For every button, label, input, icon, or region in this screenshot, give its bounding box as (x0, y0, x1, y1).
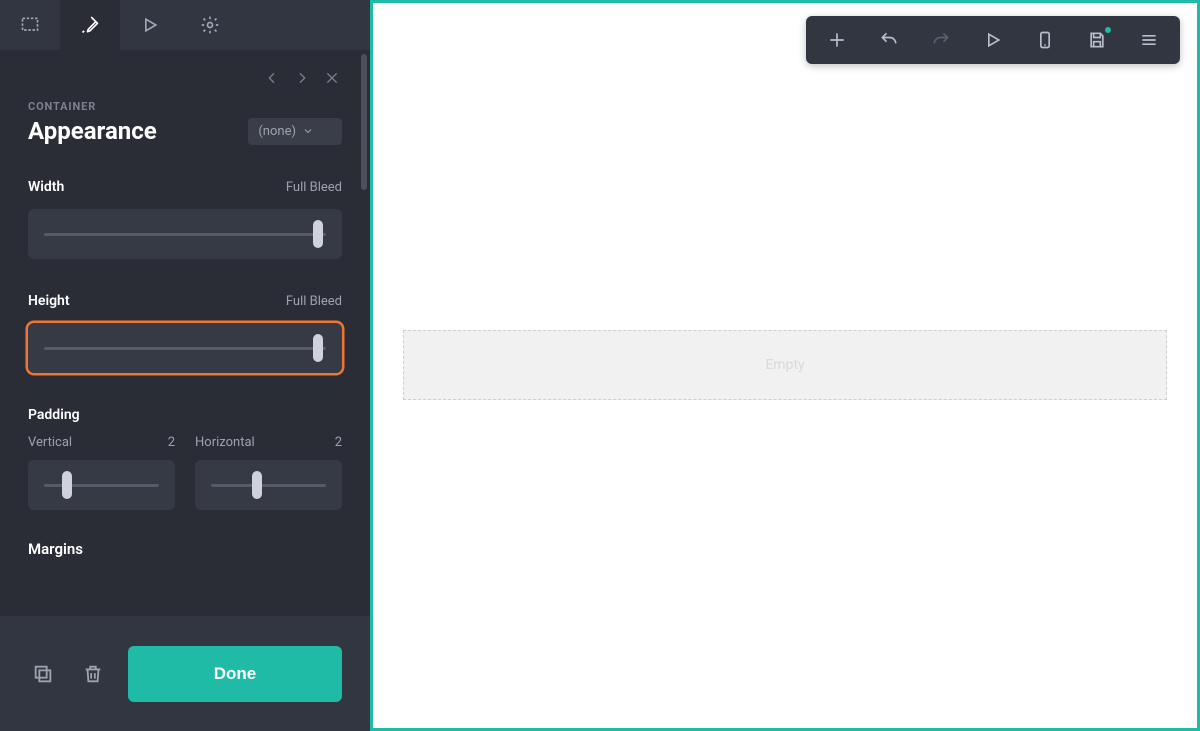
width-slider-thumb[interactable] (313, 220, 323, 248)
delete-button[interactable] (78, 659, 108, 689)
device-icon (1035, 30, 1055, 50)
canvas-frame: Empty (370, 0, 1200, 731)
padding-horizontal-label: Horizontal (195, 435, 255, 450)
preset-select-label: (none) (258, 124, 296, 139)
brush-icon (80, 15, 100, 35)
prop-padding: Padding Vertical 2 Ho (28, 407, 342, 510)
plus-icon (827, 30, 847, 50)
chevron-right-icon (294, 70, 310, 86)
empty-container-slot[interactable]: Empty (403, 330, 1167, 400)
padding-horizontal-value: 2 (335, 435, 342, 450)
trash-icon (82, 663, 104, 685)
panel-forward-button[interactable] (292, 68, 312, 88)
panel-close-button[interactable] (322, 68, 342, 88)
padding-label: Padding (28, 407, 342, 423)
width-slider[interactable] (28, 209, 342, 259)
width-label: Width (28, 179, 64, 195)
floating-toolbar (806, 16, 1180, 64)
height-slider-thumb[interactable] (313, 334, 323, 362)
sidebar-tab-strip (0, 0, 370, 50)
padding-vertical-thumb[interactable] (62, 471, 72, 499)
preset-select[interactable]: (none) (248, 118, 342, 145)
padding-vertical-value: 2 (168, 435, 175, 450)
prop-height: Height Full Bleed (28, 293, 342, 373)
padding-horizontal-slider[interactable] (195, 460, 342, 510)
toolbar-undo-button[interactable] (864, 16, 914, 64)
panel-back-button[interactable] (262, 68, 282, 88)
undo-icon (879, 30, 899, 50)
padding-horizontal: Horizontal 2 (195, 435, 342, 510)
gear-icon (200, 15, 220, 35)
height-label: Height (28, 293, 70, 309)
inspector-footer: Done (0, 616, 370, 731)
panel-nav (28, 68, 342, 88)
tab-settings[interactable] (180, 0, 240, 50)
toolbar-play-button[interactable] (968, 16, 1018, 64)
padding-horizontal-thumb[interactable] (252, 471, 262, 499)
play-icon (983, 30, 1003, 50)
width-value: Full Bleed (286, 180, 342, 195)
inspector-body: CONTAINER Appearance (none) Width Full B… (0, 50, 370, 616)
height-slider[interactable] (28, 323, 342, 373)
width-slider-track (44, 233, 326, 236)
padding-vertical: Vertical 2 (28, 435, 175, 510)
selection-icon (20, 15, 40, 35)
play-icon (140, 15, 160, 35)
duplicate-icon (32, 663, 54, 685)
unsaved-indicator (1105, 27, 1111, 33)
prop-width: Width Full Bleed (28, 179, 342, 259)
margins-label: Margins (28, 540, 342, 558)
inspector-sidebar: CONTAINER Appearance (none) Width Full B… (0, 0, 370, 731)
toolbar-add-button[interactable] (812, 16, 862, 64)
panel-eyebrow: CONTAINER (28, 100, 342, 113)
close-icon (324, 70, 340, 86)
done-button[interactable]: Done (128, 646, 342, 702)
redo-icon (931, 30, 951, 50)
tab-actions[interactable] (120, 0, 180, 50)
duplicate-button[interactable] (28, 659, 58, 689)
hamburger-icon (1139, 30, 1159, 50)
save-icon (1087, 30, 1107, 50)
chevron-left-icon (264, 70, 280, 86)
toolbar-redo-button (916, 16, 966, 64)
toolbar-menu-button[interactable] (1124, 16, 1174, 64)
padding-vertical-label: Vertical (28, 435, 72, 450)
empty-slot-label: Empty (765, 357, 804, 373)
height-slider-track (44, 347, 326, 350)
chevron-down-icon (302, 125, 314, 137)
tab-style[interactable] (60, 0, 120, 50)
tab-select[interactable] (0, 0, 60, 50)
toolbar-device-button[interactable] (1020, 16, 1070, 64)
padding-vertical-slider[interactable] (28, 460, 175, 510)
panel-title: Appearance (28, 117, 157, 145)
height-value: Full Bleed (286, 294, 342, 309)
toolbar-save-button[interactable] (1072, 16, 1122, 64)
